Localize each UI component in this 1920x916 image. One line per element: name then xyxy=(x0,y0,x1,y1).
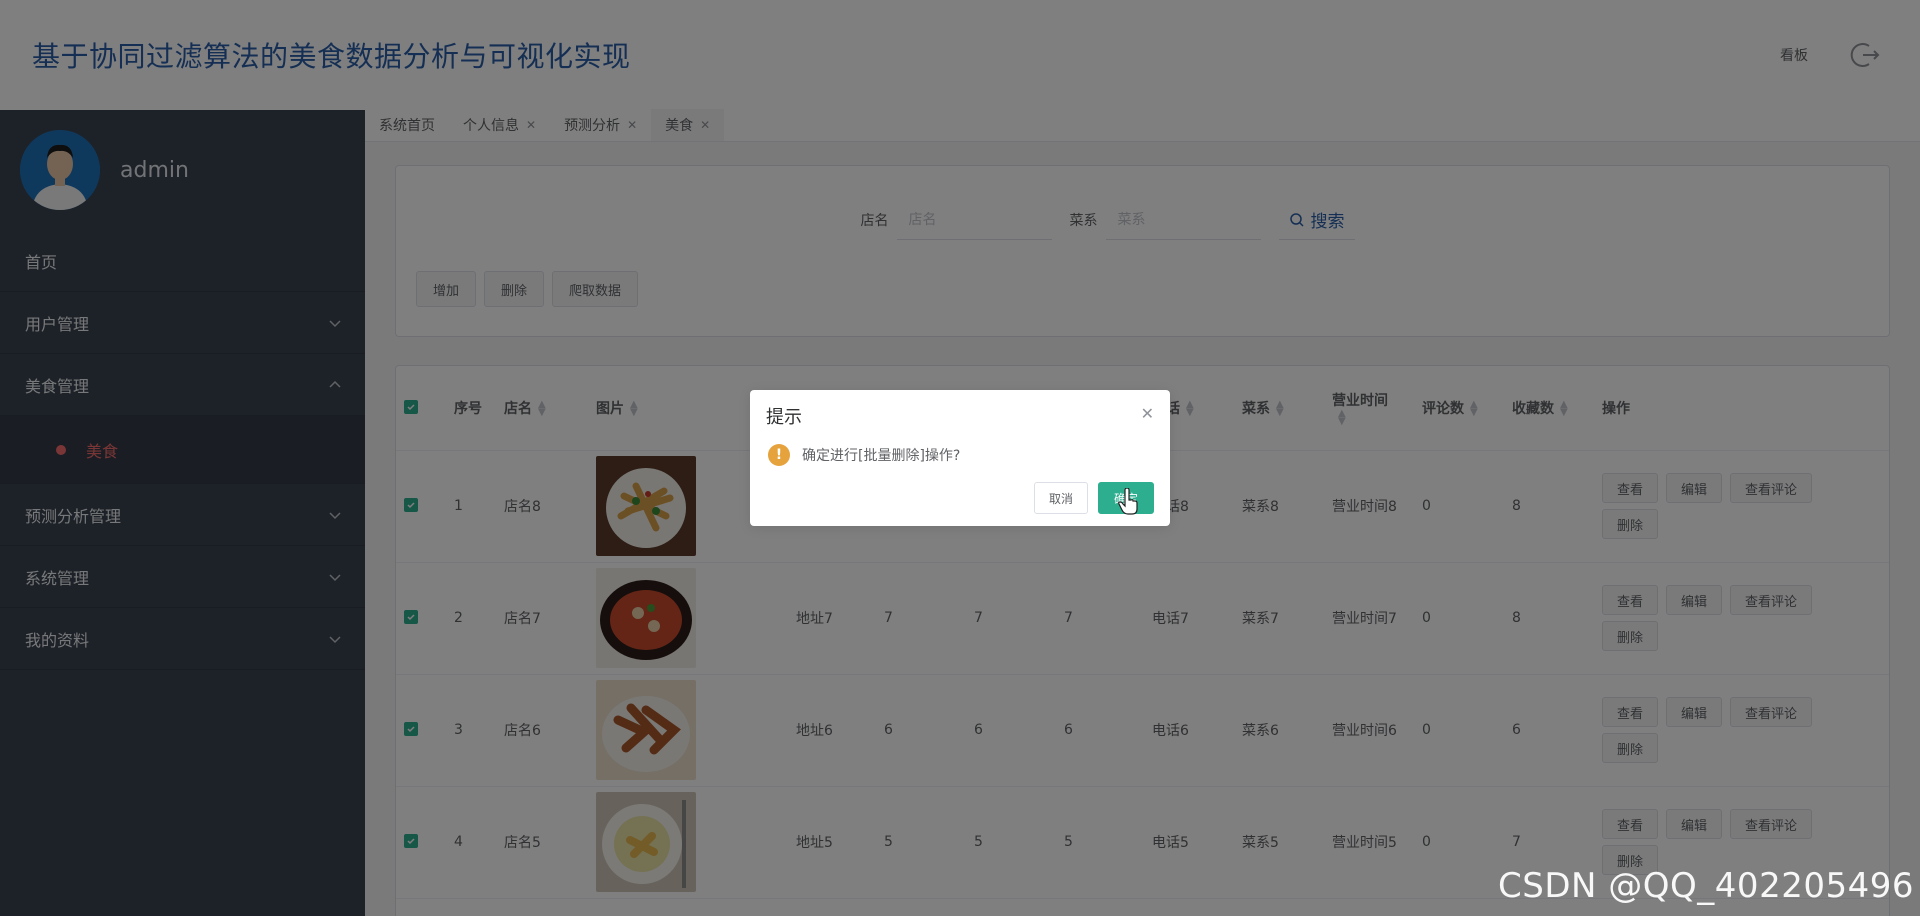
close-icon[interactable]: ✕ xyxy=(1141,404,1154,423)
dialog-message-text: 确定进行[批量删除]操作? xyxy=(802,448,961,464)
cancel-button[interactable]: 取消 xyxy=(1033,482,1088,514)
dialog-message: ! 确定进行[批量删除]操作? xyxy=(768,444,960,466)
dialog-title: 提示 xyxy=(766,407,802,428)
confirm-dialog: 提示 ✕ ! 确定进行[批量删除]操作? 取消 确定 xyxy=(750,390,1170,526)
watermark: CSDN @QQ_402205496 xyxy=(1498,866,1914,906)
warning-icon: ! xyxy=(768,444,790,466)
hand-cursor-icon xyxy=(1118,488,1138,515)
